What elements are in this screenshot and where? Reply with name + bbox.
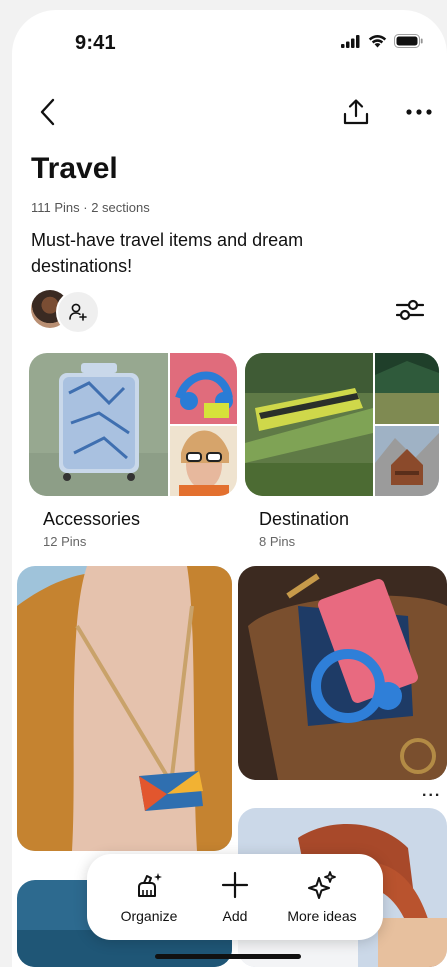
board-meta: 111 Pins · 2 sections [31, 200, 150, 215]
top-nav [12, 90, 447, 134]
pin-image [238, 566, 447, 780]
chevron-left-icon [40, 98, 55, 126]
pin-necklace-bag[interactable] [17, 566, 232, 851]
pin-handbag[interactable] [238, 566, 447, 780]
add-button[interactable]: Add [205, 854, 265, 940]
add-label: Add [222, 908, 248, 924]
destination-collage [245, 353, 439, 496]
cellular-signal-icon [341, 34, 360, 48]
share-icon [343, 99, 369, 125]
ellipsis-icon [406, 109, 432, 115]
status-icons [341, 34, 423, 48]
section-accessories[interactable]: Accessories 12 Pins [29, 353, 237, 549]
collaborators [31, 290, 121, 334]
add-collaborator-button[interactable] [56, 290, 100, 334]
section-cover-accessories [29, 353, 237, 496]
section-pin-count: 12 Pins [43, 534, 87, 549]
organize-label: Organize [120, 908, 178, 924]
status-time: 9:41 [75, 32, 116, 54]
more-ideas-label: More ideas [287, 908, 357, 924]
accessories-collage [29, 353, 237, 496]
sliders-icon [396, 299, 424, 321]
status-bar: 9:41 [12, 10, 447, 70]
section-cover-destination [245, 353, 439, 496]
pin-image [17, 566, 232, 851]
home-indicator [155, 954, 301, 959]
filter-button[interactable] [395, 295, 425, 325]
back-button[interactable] [32, 96, 62, 128]
section-destination[interactable]: Destination 8 Pins [245, 353, 439, 549]
phone-screen: 9:41 Travel 111 Pins · 2 sections Must-h… [12, 10, 447, 967]
board-action-bar: Organize Add More ideas [87, 854, 383, 940]
add-person-icon [69, 303, 87, 321]
section-title: Destination [259, 509, 350, 529]
pin-more-button[interactable]: ... [422, 783, 441, 801]
more-options-button[interactable] [402, 96, 436, 128]
section-title: Accessories [43, 509, 141, 529]
plus-icon [221, 871, 249, 899]
wifi-icon [368, 35, 387, 48]
organize-button[interactable]: Organize [107, 854, 191, 940]
more-ideas-button[interactable]: More ideas [277, 854, 367, 940]
section-pin-count: 8 Pins [259, 534, 296, 549]
battery-icon [394, 34, 423, 48]
sparkles-icon [308, 871, 336, 899]
board-description: Must-have travel items and dream destina… [31, 230, 304, 276]
broom-sparkle-icon [138, 873, 162, 897]
board-title: Travel [31, 152, 118, 185]
share-button[interactable] [338, 94, 374, 130]
